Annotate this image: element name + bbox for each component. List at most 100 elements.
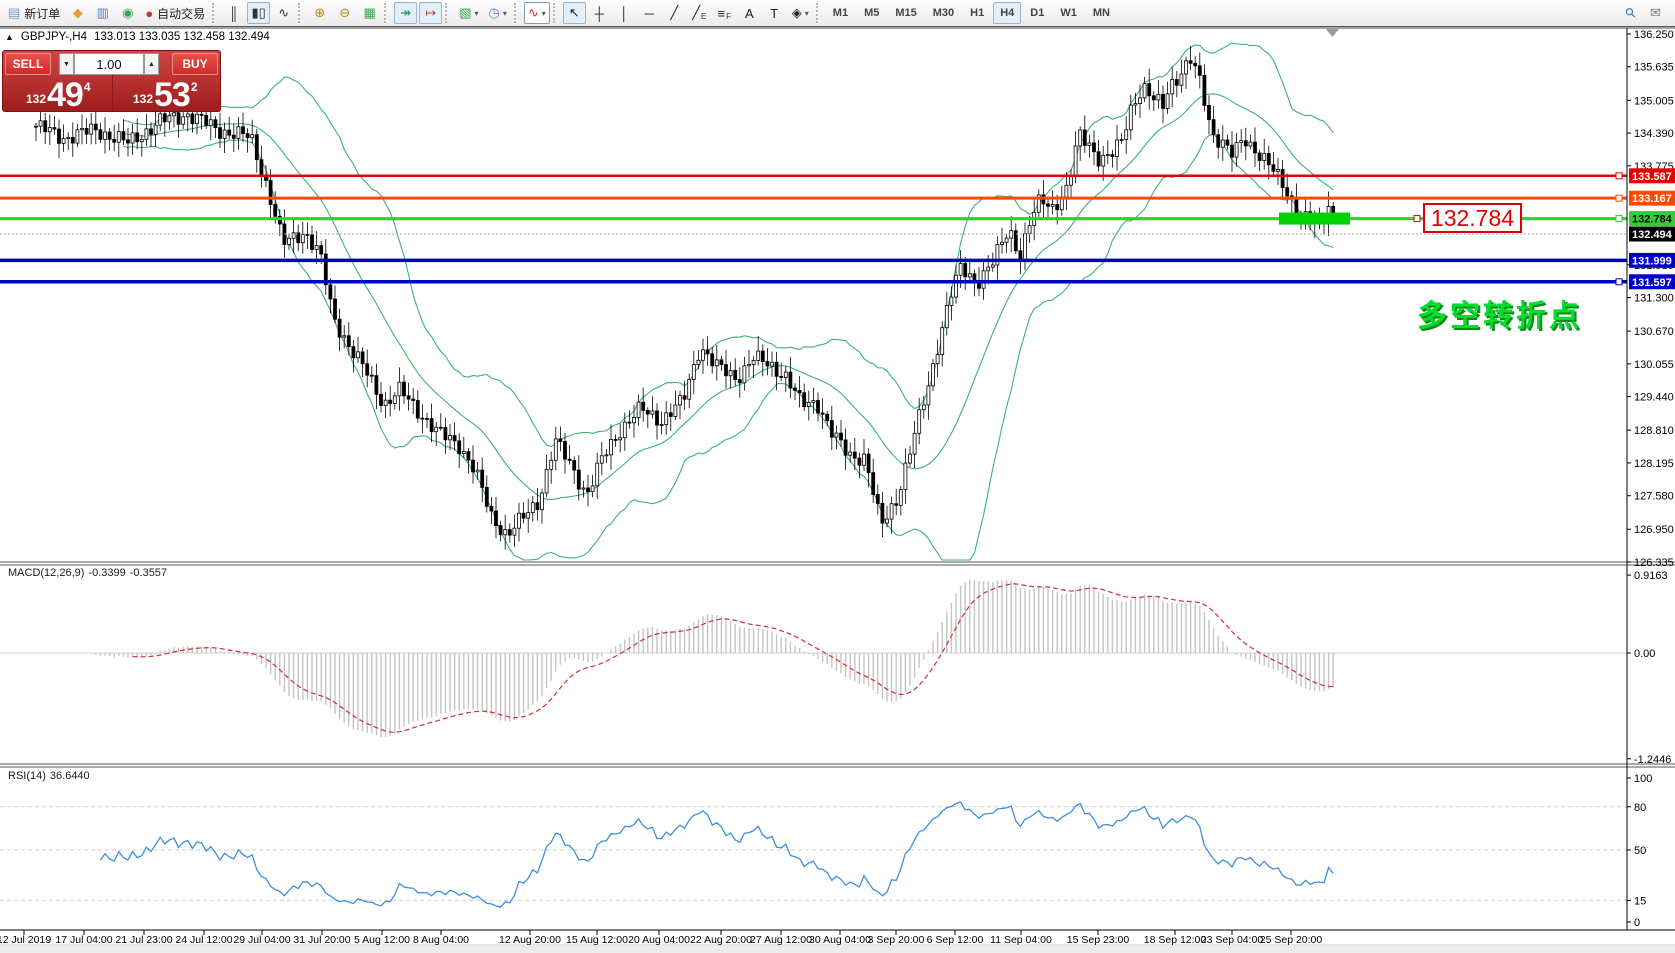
macd-value-main: -0.3399 [88, 567, 125, 579]
macd-value-signal: -0.3557 [130, 567, 167, 579]
svg-text:27 Aug 12:00: 27 Aug 12:00 [750, 934, 812, 946]
price-tag-131.597: 131.597 [1629, 274, 1675, 289]
cursor-tool-icon: ↖ [569, 5, 580, 21]
period-clock-button[interactable]: ◷▾ [485, 2, 511, 24]
bar-chart-button[interactable]: ║ [222, 2, 245, 24]
chart-window-button[interactable]: ▥ [91, 2, 114, 24]
crosshair-tool-button[interactable]: ┼ [588, 2, 611, 24]
tile-windows-button[interactable]: ▦ [358, 2, 381, 24]
horizontal-line-tool-icon: ─ [645, 6, 654, 21]
bar-chart-icon: ║ [229, 6, 238, 21]
svg-text:18 Sep 12:00: 18 Sep 12:00 [1144, 934, 1207, 946]
sell-price[interactable]: 132494 [5, 75, 112, 111]
search-button[interactable]: ⚲ [1619, 2, 1642, 24]
svg-text:135.005: 135.005 [1634, 95, 1674, 107]
toolbar-separator [384, 3, 391, 23]
svg-text:23 Sep 04:00: 23 Sep 04:00 [1201, 934, 1264, 946]
price-annotation-box[interactable]: 132.784 [1423, 203, 1522, 233]
timeframe-m15-button[interactable]: M15 [888, 2, 923, 24]
search-icon: ⚲ [1621, 4, 1639, 22]
timeframe-m30-button[interactable]: M30 [926, 2, 961, 24]
chart-shift-icon: ↦ [425, 5, 436, 21]
collapse-trade-panel-icon[interactable]: ▲ [5, 32, 14, 42]
svg-text:136.250: 136.250 [1634, 29, 1674, 41]
new-order-button[interactable]: ▤新订单 [4, 2, 64, 24]
svg-text:126.950: 126.950 [1634, 524, 1674, 536]
signal-icon: ◉ [122, 5, 133, 21]
svg-text:126.335: 126.335 [1634, 557, 1674, 569]
arrow-tools-button[interactable]: ◈▾ [788, 2, 813, 24]
autotrading-button[interactable]: ●自动交易 [141, 2, 209, 24]
svg-text:133.587: 133.587 [1632, 171, 1672, 183]
line-chart-button[interactable]: ∿ [272, 2, 295, 24]
timeframe-m1-button[interactable]: M1 [826, 2, 855, 24]
text-label-tool-icon: T [770, 6, 778, 21]
fibonacci-tool-button[interactable]: ≡F [713, 2, 736, 24]
rsi-value: 36.6440 [50, 770, 90, 782]
vertical-line-tool-button[interactable]: │ [613, 2, 636, 24]
toolbar-separator [445, 3, 452, 23]
toolbar: ▤新订单◆▥◉●自动交易║▮▯∿⊕⊖▦↠↦▧▾◷▾∿▾↖┼│─╱╱E≡FAT◈▾… [0, 0, 1675, 27]
eraser-button[interactable]: ◆ [66, 2, 89, 24]
svg-text:6 Sep 12:00: 6 Sep 12:00 [927, 934, 984, 946]
arrow-tools-icon: ◈ [792, 5, 802, 21]
zoom-in-button[interactable]: ⊕ [308, 2, 331, 24]
volume-input[interactable] [74, 53, 144, 75]
dropdown-arrow-icon: ▾ [474, 9, 478, 18]
candlestick-chart-button[interactable]: ▮▯ [247, 2, 270, 24]
sell-price-big: 49 [47, 81, 83, 110]
buy-button[interactable]: BUY [172, 53, 218, 75]
auto-scroll-button[interactable]: ↠ [394, 2, 417, 24]
svg-text:20 Aug 04:00: 20 Aug 04:00 [628, 934, 690, 946]
svg-text:131.999: 131.999 [1632, 255, 1672, 267]
indicators-button[interactable]: ∿▾ [524, 2, 550, 24]
cursor-tool-button[interactable]: ↖ [563, 2, 586, 24]
annotation-handle [1414, 216, 1420, 222]
timeframe-m5-button[interactable]: M5 [857, 2, 886, 24]
trendline-tool-button[interactable]: ╱ [663, 2, 686, 24]
symbol-ohlc: 133.013 133.035 132.458 132.494 [94, 31, 270, 43]
mt4-terminal: { "toolbar": { "groups": [ {"items": [ {… [0, 0, 1675, 953]
timeframe-d1-button[interactable]: D1 [1023, 2, 1051, 24]
vertical-line-tool-icon: │ [620, 6, 628, 21]
signal-button[interactable]: ◉ [116, 2, 139, 24]
timeframe-mn-button[interactable]: MN [1086, 2, 1117, 24]
price-tag-131.999: 131.999 [1629, 253, 1675, 268]
volume-increase-button[interactable]: ▲ [144, 53, 159, 75]
svg-text:132.494: 132.494 [1632, 229, 1673, 241]
timeframe-w1-button[interactable]: W1 [1053, 2, 1084, 24]
text-tool-button[interactable]: A [738, 2, 761, 24]
timeframe-h1-button[interactable]: H1 [963, 2, 991, 24]
chat-button[interactable]: ✉ [1644, 2, 1667, 24]
text-label-tool-button[interactable]: T [763, 2, 786, 24]
svg-text:129.440: 129.440 [1634, 392, 1674, 404]
buy-price[interactable]: 132532 [112, 75, 219, 111]
text-tool-icon: A [745, 6, 754, 21]
horizontal-line-tool-button[interactable]: ─ [638, 2, 661, 24]
chart-shift-button[interactable]: ↦ [419, 2, 442, 24]
channel-tool-button[interactable]: ╱E [688, 2, 711, 24]
timeframe-h4-button[interactable]: H4 [993, 2, 1021, 24]
symbol-title: GBPJPY-,H4 [21, 31, 87, 43]
svg-text:0.00: 0.00 [1634, 648, 1655, 660]
channel-tool-icon: ╱ [692, 5, 700, 21]
new-template-button[interactable]: ▧▾ [455, 2, 482, 24]
trade-panel-controls: SELL ▼ ▲ BUY [5, 53, 218, 75]
toolbar-separator [553, 3, 560, 23]
buy-price-prefix: 132 [133, 92, 153, 106]
svg-text:131.300: 131.300 [1634, 293, 1674, 305]
svg-text:131.597: 131.597 [1632, 277, 1672, 289]
svg-text:29 Jul 04:00: 29 Jul 04:00 [233, 934, 290, 946]
svg-text:8 Aug 04:00: 8 Aug 04:00 [413, 934, 469, 946]
tile-windows-icon: ▦ [364, 5, 376, 21]
volume-stepper: ▼ ▲ [59, 53, 159, 75]
symbol-info: ▲ GBPJPY-,H4 133.013 133.035 132.458 132… [5, 31, 270, 43]
highlight-bar[interactable] [1279, 213, 1350, 225]
svg-text:12 Aug 20:00: 12 Aug 20:00 [499, 934, 561, 946]
toolbar-separator [212, 3, 219, 23]
volume-decrease-button[interactable]: ▼ [59, 53, 74, 75]
zoom-out-button[interactable]: ⊖ [333, 2, 356, 24]
sell-button[interactable]: SELL [5, 53, 51, 75]
chart-canvas[interactable]: 136.250135.635135.005134.390133.775131.9… [0, 0, 1675, 953]
svg-text:5 Aug 12:00: 5 Aug 12:00 [354, 934, 410, 946]
